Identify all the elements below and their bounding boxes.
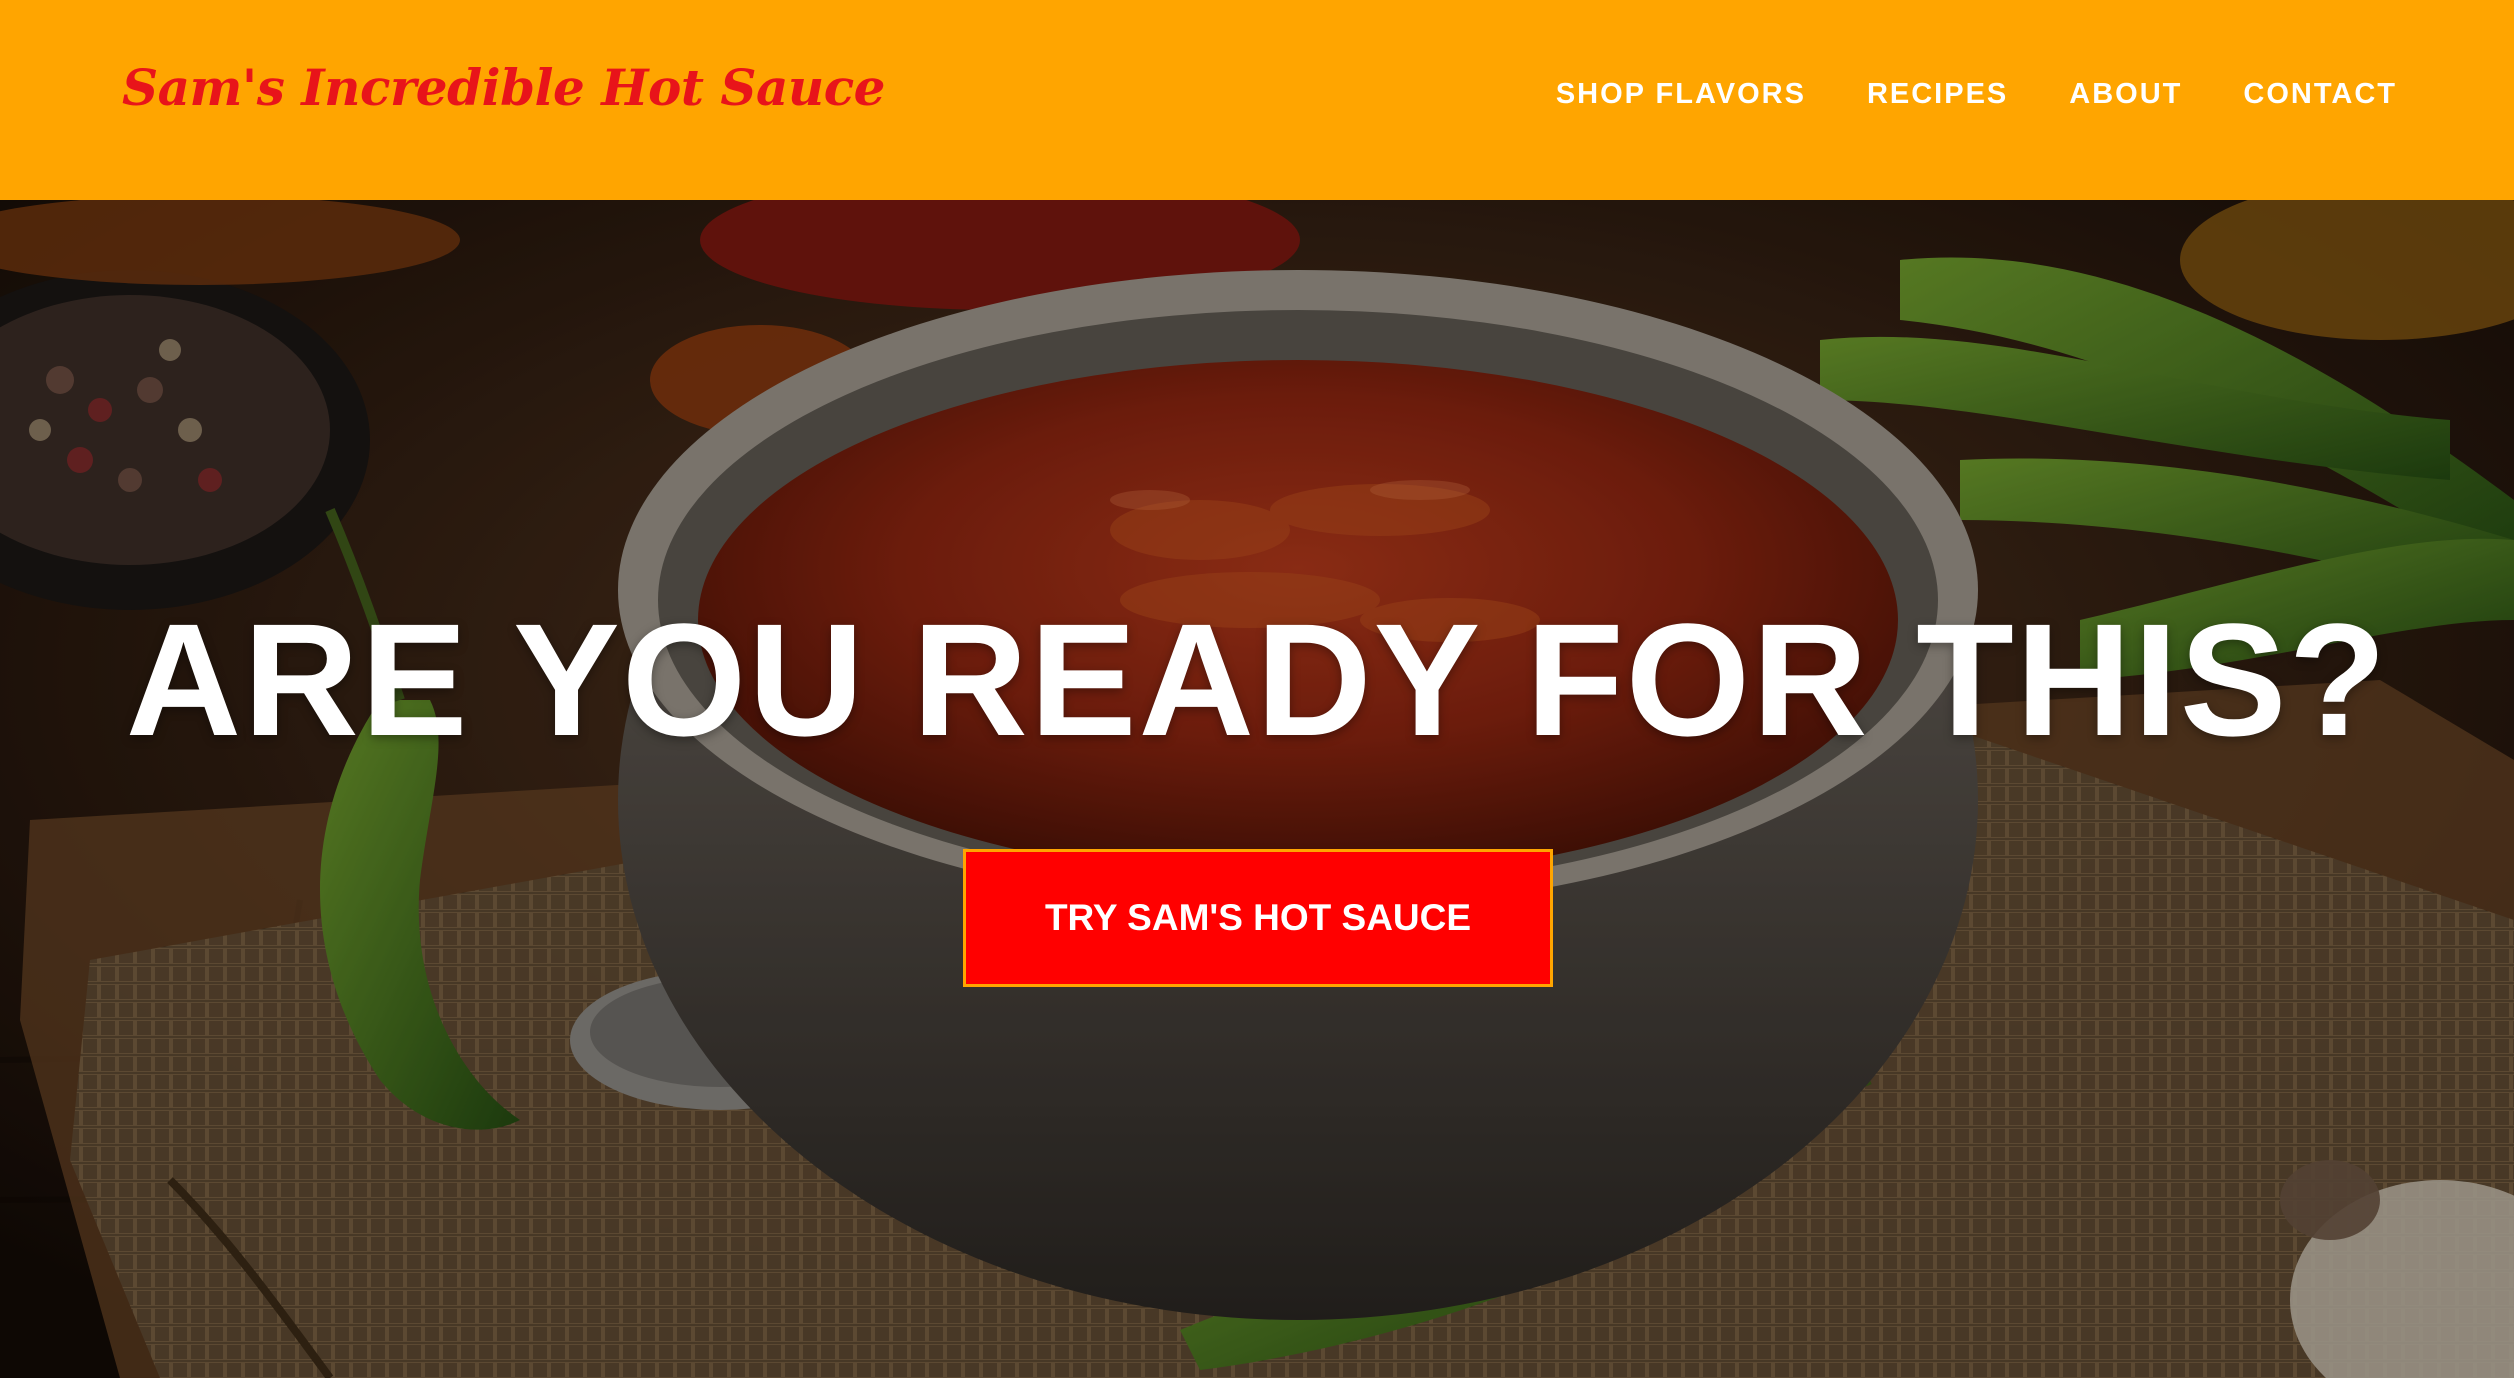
try-hot-sauce-button[interactable]: TRY SAM'S HOT SAUCE bbox=[963, 849, 1553, 987]
main-nav: SHOP FLAVORS RECIPES ABOUT CONTACT bbox=[1556, 78, 2397, 111]
nav-link-about[interactable]: ABOUT bbox=[2069, 78, 2182, 111]
hero-headline: ARE YOU READY FOR THIS? bbox=[125, 590, 2389, 769]
brand-logo-text[interactable]: Sam's Incredible Hot Sauce bbox=[122, 58, 885, 117]
hero-dark-overlay bbox=[0, 200, 2514, 1378]
nav-link-recipes[interactable]: RECIPES bbox=[1867, 78, 2008, 111]
nav-link-shop-flavors[interactable]: SHOP FLAVORS bbox=[1556, 78, 1806, 111]
page: Sam's Incredible Hot Sauce SHOP FLAVORS … bbox=[0, 0, 2514, 1378]
nav-link-contact[interactable]: CONTACT bbox=[2243, 78, 2397, 111]
top-navbar: Sam's Incredible Hot Sauce SHOP FLAVORS … bbox=[0, 0, 2514, 200]
hero-section: ARE YOU READY FOR THIS? TRY SAM'S HOT SA… bbox=[0, 200, 2514, 1378]
